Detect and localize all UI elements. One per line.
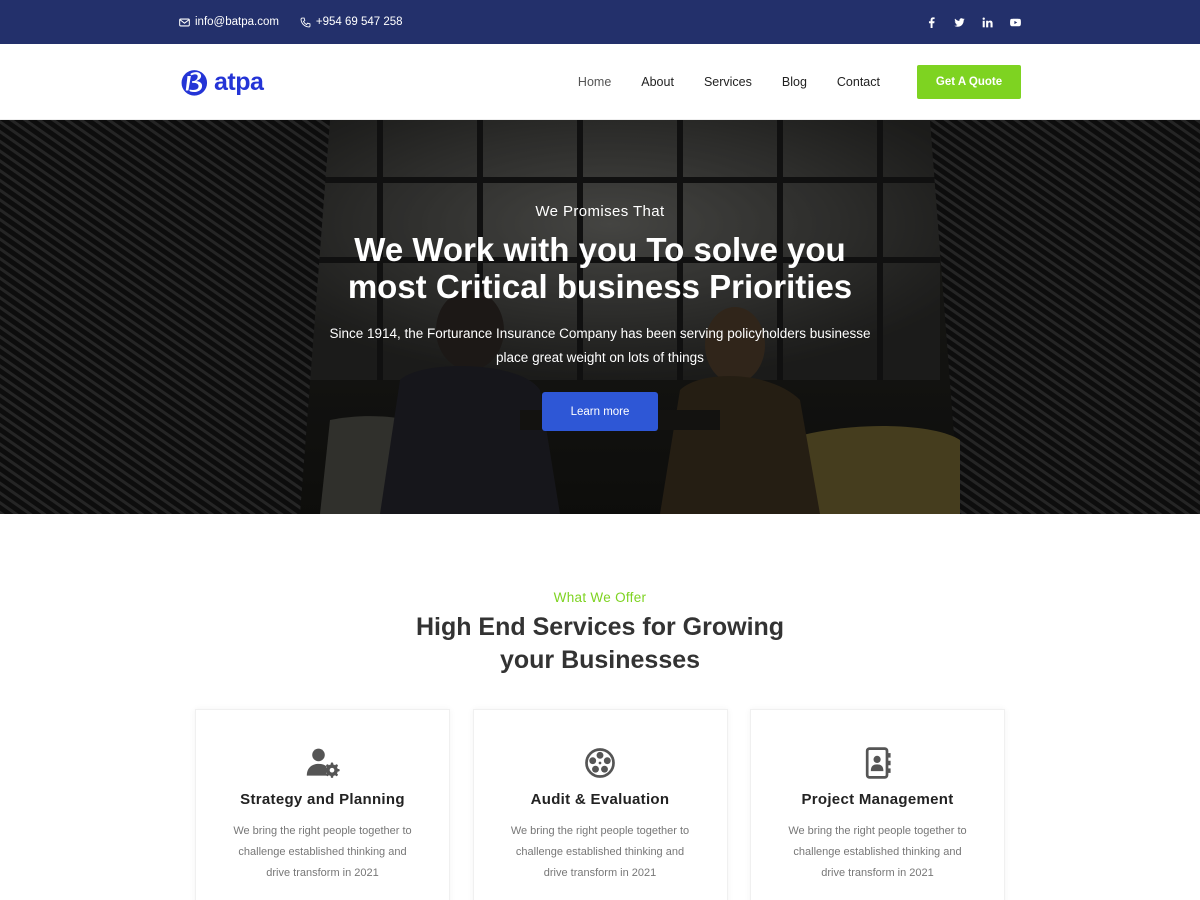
learn-more-button[interactable]: Learn more [542,392,658,431]
linkedin-link[interactable] [982,17,993,28]
hero-title-line-2: most Critical business Priorities [347,268,853,305]
youtube-link[interactable] [1010,17,1021,28]
hero-title-line-1: We Work with you To solve you [354,231,846,268]
service-card-description: We bring the right people together to ch… [510,825,690,879]
top-bar: info@batpa.com +954 69 547 258 [0,0,1200,44]
logo[interactable]: atpa [179,65,264,99]
service-card-title: Audit & Evaluation [530,791,670,808]
social-links [926,16,1021,28]
services-eyebrow: What We Offer [553,590,647,605]
logo-text: atpa [214,67,264,96]
phone-text: +954 69 547 258 [315,16,403,28]
service-card-audit[interactable]: Audit & Evaluation We bring the right pe… [472,709,728,900]
services-title-line-2: your Businesses [499,646,701,674]
linkedin-icon [982,17,993,27]
contact-info: info@batpa.com +954 69 547 258 [179,16,403,28]
service-cards: Strategy and Planning We bring the right… [195,709,1005,900]
hero-eyebrow: We Promises That [535,203,665,220]
twitter-link[interactable] [954,17,965,28]
hero-title: We Work with you To solve you most Criti… [0,231,1200,305]
hero-description: Since 1914, the Forturance Insurance Com… [320,322,880,370]
email-link[interactable]: info@batpa.com [179,16,279,28]
services-title: High End Services for Growing your Busin… [0,611,1200,677]
phone-link[interactable]: +954 69 547 258 [300,16,403,28]
service-card-description: We bring the right people together to ch… [788,825,967,879]
service-card-title: Project Management [801,791,954,808]
nav-menu: Home About Services Blog Contact Get A Q… [578,65,1021,99]
hero-description-line-2: place great weight on lots of things [496,350,704,365]
address-book-icon [859,744,897,782]
user-gear-icon [304,744,342,782]
phone-icon [300,17,311,27]
twitter-icon [954,17,965,27]
hero-overlay [0,120,1200,514]
youtube-icon [1010,18,1021,26]
services-title-line-1: High End Services for Growing [415,613,785,641]
nav-item-contact[interactable]: Contact [837,75,880,89]
service-card-description: We bring the right people together to ch… [233,825,412,879]
logo-b-icon [181,70,208,96]
get-a-quote-button[interactable]: Get A Quote [917,65,1021,99]
nav-item-blog[interactable]: Blog [782,75,807,89]
service-card-strategy[interactable]: Strategy and Planning We bring the right… [195,709,450,900]
nav-item-home[interactable]: Home [578,75,611,89]
film-reel-icon [581,744,619,782]
nav-item-about[interactable]: About [641,75,674,89]
main-nav: atpa Home About Services Blog Contact Ge… [0,44,1200,120]
nav-item-services[interactable]: Services [704,75,752,89]
service-card-project[interactable]: Project Management We bring the right pe… [750,709,1005,900]
hero-section: We Promises That We Work with you To sol… [0,120,1200,514]
services-section: What We Offer High End Services for Grow… [0,514,1200,900]
facebook-link[interactable] [926,16,937,28]
hero-description-line-1: Since 1914, the Forturance Insurance Com… [329,326,871,341]
service-card-title: Strategy and Planning [240,791,405,808]
email-icon [179,18,190,26]
email-text: info@batpa.com [195,16,279,28]
facebook-icon [928,16,935,28]
